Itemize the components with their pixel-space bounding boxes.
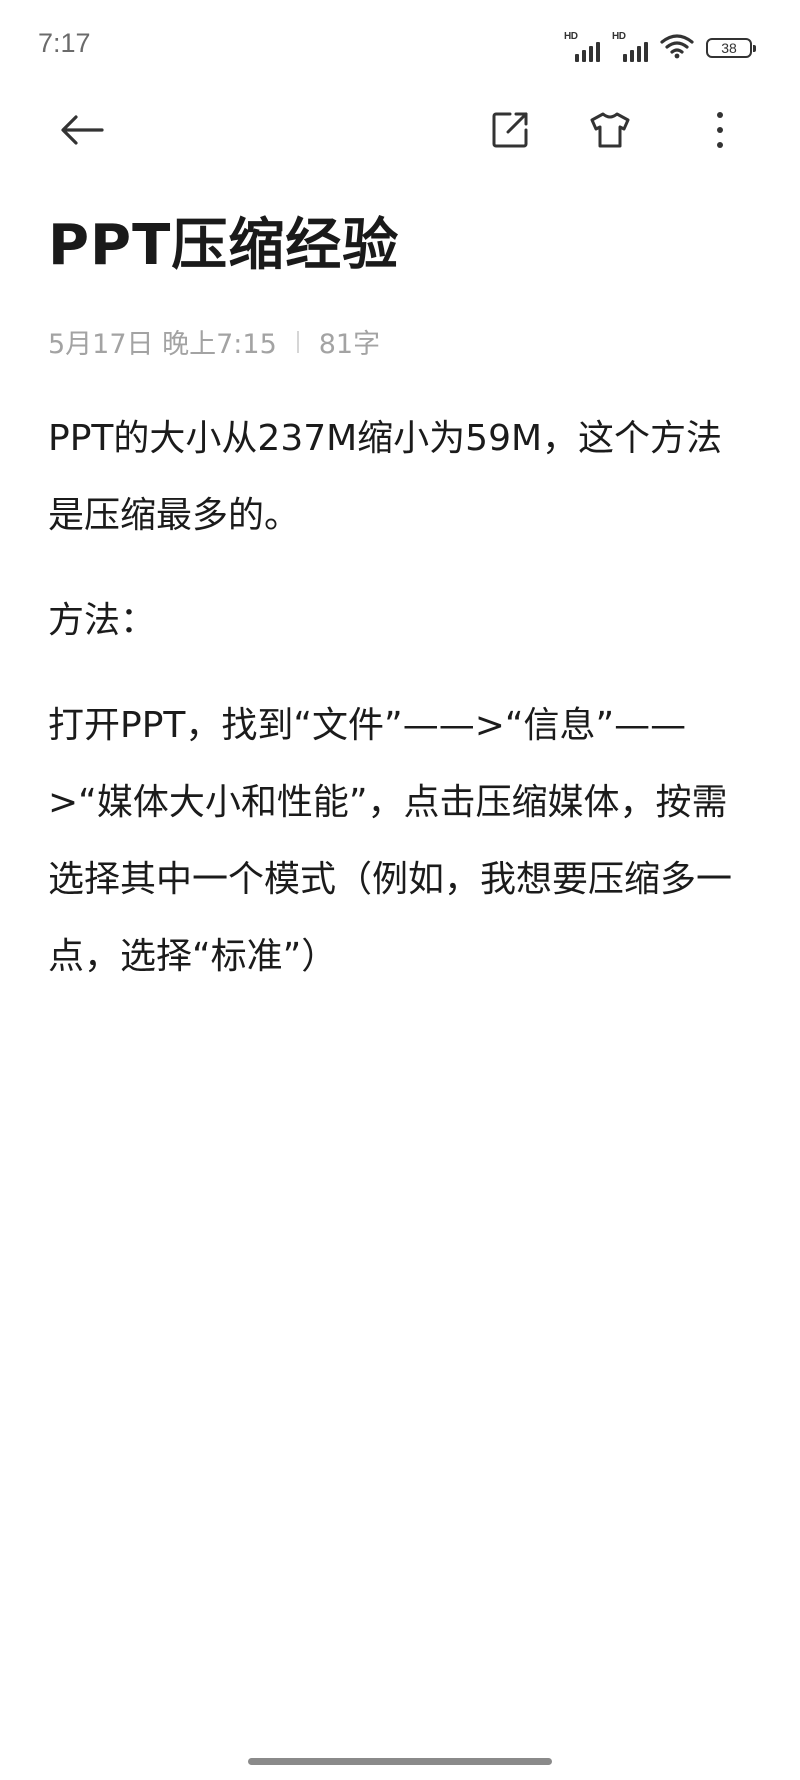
signal-icon: HD <box>612 31 648 62</box>
note-meta: 5月17日 晚上7:15 81字 <box>48 322 380 361</box>
share-external-icon <box>490 110 530 154</box>
note-paragraph[interactable]: PPT的大小从237M缩小为59M，这个方法是压缩最多的。 <box>48 400 758 554</box>
wifi-icon <box>660 33 694 63</box>
status-time: 7:17 <box>38 28 91 58</box>
note-paragraph[interactable]: 打开PPT，找到“文件”——>“信息”——>“媒体大小和性能”，点击压缩媒体，按… <box>48 687 758 995</box>
share-button[interactable] <box>480 102 540 162</box>
signal-icon: HD <box>564 31 600 62</box>
meta-divider <box>296 330 299 353</box>
battery-level: 38 <box>721 40 737 56</box>
note-title[interactable]: PPT压缩经验 <box>48 200 399 281</box>
more-vertical-icon <box>714 110 726 154</box>
word-count: 81字 <box>318 329 381 360</box>
signal-hd-label: HD <box>564 31 578 42</box>
status-icons: HD HD 38 <box>564 30 756 66</box>
status-bar: 7:17 HD HD 38 <box>0 0 800 90</box>
tshirt-icon <box>588 110 632 154</box>
home-indicator[interactable] <box>248 1758 552 1765</box>
toolbar <box>0 92 800 172</box>
signal-hd-label: HD <box>612 31 626 42</box>
back-button[interactable] <box>52 102 112 162</box>
note-paragraph[interactable]: 方法： <box>48 582 758 659</box>
more-button[interactable] <box>690 102 750 162</box>
theme-button[interactable] <box>580 102 640 162</box>
arrow-left-icon <box>58 112 106 152</box>
note-date: 5月17日 晚上7:15 <box>48 329 277 360</box>
battery-icon: 38 <box>706 38 756 58</box>
note-body[interactable]: PPT的大小从237M缩小为59M，这个方法是压缩最多的。 方法： 打开PPT，… <box>48 400 758 1023</box>
